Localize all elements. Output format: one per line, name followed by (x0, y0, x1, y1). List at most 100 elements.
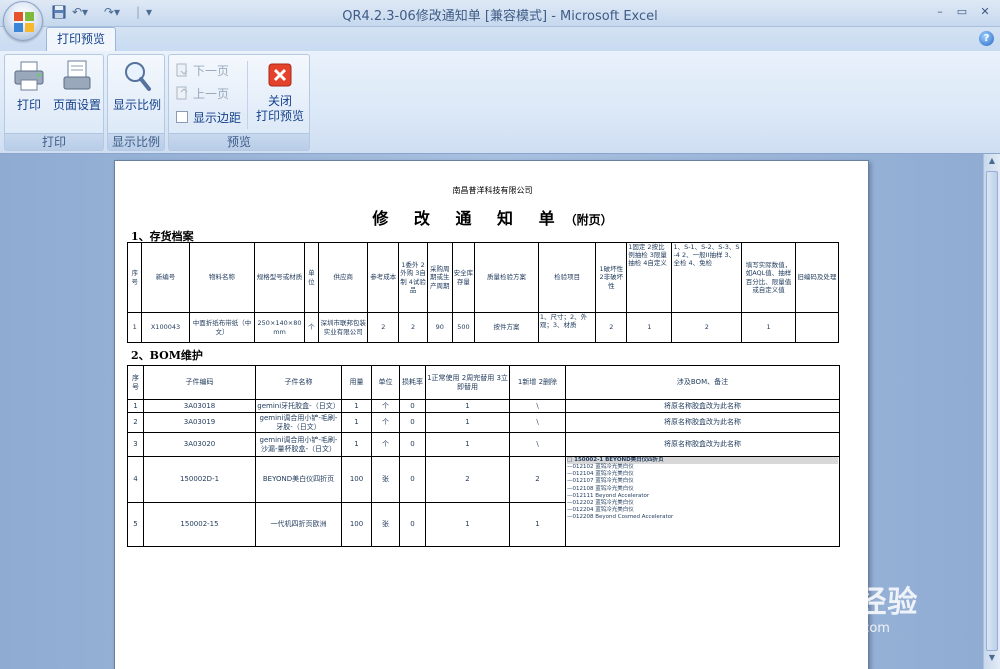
table-header: 规格型号或材质 (254, 242, 305, 313)
table-cell: X100043 (141, 312, 190, 343)
bom-tree-line: —012202 蓝钨冷光美白仪 (567, 499, 634, 506)
paw-icon (824, 582, 851, 609)
office-logo-icon (14, 12, 34, 32)
table-header: 参考成本 (367, 242, 400, 313)
close-preview-label: 关闭 打印预览 (251, 94, 309, 124)
table-cell: 个 (371, 412, 400, 433)
table-header: 旧编码及处理 (794, 242, 840, 313)
vertical-scrollbar[interactable]: ▲ ▼ (983, 154, 1000, 669)
ribbon-group-preview: 下一页 上一页 显示边距 关闭 打印预览 预览 (168, 54, 310, 151)
table-row: 1 X100043 中面折纸布带纸（中文） 250×140×80mm 个 深圳市… (126, 312, 840, 343)
table-header: 采购周期或生产周期 (426, 242, 453, 313)
table-header: 单位 (371, 365, 400, 400)
table-cell: 0 (399, 399, 426, 413)
table-row: 4 150002D-1 BEYOND美白仪四折页 100 张 0 2 2 □ 1… (127, 456, 840, 547)
table-cell: 将原名称胶盒改为此名称 (565, 412, 840, 433)
table-header: 损耗率 (399, 365, 426, 400)
table-cell: 3A03018 (143, 399, 256, 413)
table-cell: 3A03020 (143, 432, 256, 457)
table-cell: 2 (425, 456, 510, 503)
page-setup-button[interactable]: 页面设置 (51, 59, 103, 113)
table-header: 1、S-1、S-2、S-3、S-4 2、一般II抽样 3、全检 4、免检 (671, 242, 743, 313)
table-cell: 1 (126, 312, 143, 343)
close-preview-label-line2: 打印预览 (255, 109, 304, 123)
document-title-text: 修 改 通 知 单 (372, 209, 565, 228)
baidu-watermark: Bai 经验 jingyan.baidu.com (762, 577, 972, 647)
table-cell: 1 (425, 399, 510, 413)
table-cell: 150002-15 (143, 502, 256, 547)
table-header: 物料名称 (188, 242, 256, 313)
title-bar: ↶▾ ↷▾ | ▾ QR4.2.3-06修改通知单 [兼容模式] - Micro… (0, 0, 1000, 27)
table-header: 1破坏性 2非破坏性 (595, 242, 628, 313)
table-header: 涉及BOM、备注 (565, 365, 840, 400)
close-preview-button[interactable]: 关闭 打印预览 (251, 59, 309, 124)
table-cell: 1 (741, 312, 796, 343)
scroll-down-icon[interactable]: ▼ (986, 653, 998, 667)
table-cell (794, 312, 840, 343)
help-icon[interactable]: ? (979, 31, 994, 46)
bom-tree-line: —012204 蓝钨冷光美白仪 (567, 506, 634, 513)
table-header: 1委外 2外购 3自制 4试验品 (398, 242, 428, 313)
table-cell: \ (509, 399, 566, 413)
previous-page-button[interactable]: 上一页 (175, 84, 229, 104)
table-cell: 2 (509, 456, 566, 503)
bom-header-row: 序号 子件编码 子件名称 用量 单位 损耗率 1正常使用 2周完替用 3立即替用… (127, 365, 840, 400)
page-setup-icon (60, 59, 94, 93)
printer-icon (12, 59, 46, 93)
table-cell: 2 (398, 312, 428, 343)
table-header: 1新增 2删除 (509, 365, 566, 400)
next-page-button[interactable]: 下一页 (175, 61, 229, 81)
table-header: 序号 (127, 365, 144, 400)
ribbon-group-zoom: 显示比例 显示比例 (107, 54, 165, 151)
close-preview-label-line1: 关闭 (267, 94, 292, 108)
table-header: 安全库存量 (451, 242, 476, 313)
inventory-table: 序号 新编号 物料名称 规格型号或材质 单位 供应商 参考成本 1委外 2外购 … (126, 242, 840, 343)
page-setup-button-label: 页面设置 (52, 98, 101, 112)
next-page-icon (175, 63, 189, 77)
table-cell: 将原名称胶盒改为此名称 (565, 399, 840, 413)
table-header: 供应商 (318, 242, 369, 313)
zoom-button-label: 显示比例 (112, 98, 161, 112)
table-cell: 个 (303, 312, 320, 343)
table-cell: 深圳市联邦包装实业有限公司 (318, 312, 369, 343)
zoom-button[interactable]: 显示比例 (110, 59, 164, 113)
scroll-thumb[interactable] (986, 171, 998, 651)
table-cell: 1 (127, 399, 144, 413)
scroll-up-icon[interactable]: ▲ (986, 156, 998, 170)
company-name: 南昌普洋科技有限公司 (452, 186, 533, 195)
restore-button[interactable]: ▭ (952, 4, 972, 20)
print-button[interactable]: 打印 (9, 59, 49, 113)
table-cell: 100 (341, 502, 372, 547)
table-cell: 1 (626, 312, 673, 343)
table-cell: 1 (425, 432, 510, 457)
table-cell: 中面折纸布带纸（中文） (188, 312, 256, 343)
table-row: 1 3A03018 gemini牙托胶盒-（日文） 1 个 0 1 \ 将原名称… (127, 399, 840, 413)
minimize-button[interactable]: – (930, 4, 950, 20)
table-cell: BEYOND美白仪四折页 (255, 456, 342, 503)
show-margins-label: 显示边距 (193, 111, 242, 125)
table-cell: \ (509, 432, 566, 457)
ribbon-group-print-label: 打印 (5, 133, 103, 150)
table-cell: 1 (425, 412, 510, 433)
table-cell: 将原名称胶盒改为此名称 (565, 432, 840, 457)
table-cell: 4 (127, 456, 144, 503)
tab-print-preview[interactable]: 打印预览 (46, 27, 116, 52)
office-button[interactable] (3, 1, 43, 41)
watermark-brand-text-2: 经验 (856, 585, 919, 620)
table-header: 检验项目 (537, 242, 597, 313)
table-row: 3 3A03020 gemini调合用小铲-毛刷-沙漏-量杯胶盒-（日文） 1 … (127, 432, 840, 457)
table-cell: 1 (341, 412, 372, 433)
group-divider (247, 61, 248, 129)
close-button[interactable]: ✕ (975, 4, 995, 20)
table-cell: gemini调合用小铲-毛刷-沙漏-量杯胶盒-（日文） (255, 432, 342, 457)
table-cell: 2 (671, 312, 743, 343)
show-margins-checkbox[interactable]: 显示边距 (175, 108, 241, 128)
table-cell: 1、尺寸；2、外观；3、材质 (537, 312, 597, 343)
watermark-url: jingyan.baidu.com (770, 621, 890, 636)
table-cell: 1 (341, 399, 372, 413)
table-cell: 一代机四折页欧洲 (255, 502, 342, 547)
ribbon-group-preview-label: 预览 (169, 133, 309, 150)
table-cell: 500 (451, 312, 476, 343)
bom-tree-line: —012111 Beyond Accelerator (567, 492, 650, 499)
table-cell: 1 (509, 502, 566, 547)
